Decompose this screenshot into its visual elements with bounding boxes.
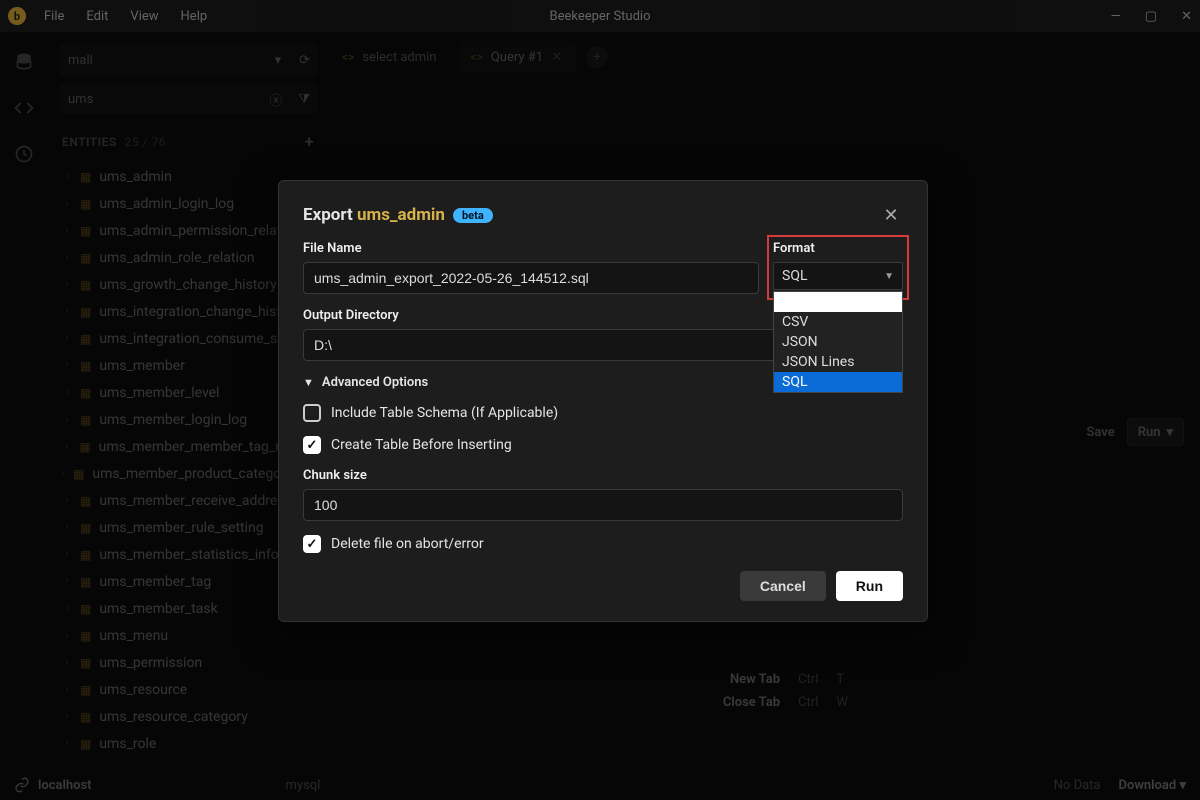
format-label: Format bbox=[773, 241, 903, 256]
menu-file[interactable]: File bbox=[44, 9, 64, 24]
format-option-jsonl[interactable]: JSON Lines bbox=[774, 352, 902, 372]
close-dialog-icon[interactable]: ✕ bbox=[879, 203, 903, 227]
checkbox-icon bbox=[303, 404, 321, 422]
window-close-icon[interactable]: ✕ bbox=[1181, 9, 1192, 24]
delete-on-error-checkbox[interactable]: Delete file on abort/error bbox=[303, 535, 903, 553]
format-option-sql[interactable]: SQL bbox=[774, 372, 902, 392]
format-field-highlight: Format SQL ▼ CSV JSON JSON Lines SQL bbox=[773, 241, 903, 294]
checkbox-checked-icon bbox=[303, 535, 321, 553]
format-select[interactable]: SQL ▼ bbox=[773, 262, 903, 290]
create-table-checkbox[interactable]: Create Table Before Inserting bbox=[303, 436, 903, 454]
format-option-blank[interactable] bbox=[774, 292, 902, 312]
menu-view[interactable]: View bbox=[130, 9, 158, 24]
titlebar: b File Edit View Help Beekeeper Studio —… bbox=[0, 0, 1200, 32]
file-name-label: File Name bbox=[303, 241, 759, 256]
menu-edit[interactable]: Edit bbox=[86, 9, 108, 24]
beta-badge: beta bbox=[453, 208, 493, 223]
chunk-size-input[interactable] bbox=[303, 489, 903, 521]
menu-help[interactable]: Help bbox=[181, 9, 208, 24]
window-minimize-icon[interactable]: — bbox=[1111, 9, 1121, 24]
format-option-json[interactable]: JSON bbox=[774, 332, 902, 352]
export-dialog: Export ums_admin beta ✕ File Name Format… bbox=[278, 180, 928, 622]
dialog-table-name: ums_admin bbox=[357, 205, 445, 225]
chevron-down-icon: ▼ bbox=[884, 271, 894, 282]
window-controls: — ▢ ✕ bbox=[1111, 9, 1192, 24]
chevron-down-icon: ▼ bbox=[303, 376, 314, 389]
checkbox-checked-icon bbox=[303, 436, 321, 454]
file-name-input[interactable] bbox=[303, 262, 759, 294]
chunk-size-label: Chunk size bbox=[303, 468, 903, 483]
window-maximize-icon[interactable]: ▢ bbox=[1145, 9, 1157, 24]
cancel-button[interactable]: Cancel bbox=[740, 571, 826, 601]
dialog-title: Export ums_admin bbox=[303, 205, 445, 225]
app-logo-icon: b bbox=[8, 7, 26, 25]
format-dropdown: CSV JSON JSON Lines SQL bbox=[773, 291, 903, 393]
run-export-button[interactable]: Run bbox=[836, 571, 903, 601]
include-schema-checkbox[interactable]: Include Table Schema (If Applicable) bbox=[303, 404, 903, 422]
format-selected-value: SQL bbox=[782, 268, 807, 284]
format-option-csv[interactable]: CSV bbox=[774, 312, 902, 332]
